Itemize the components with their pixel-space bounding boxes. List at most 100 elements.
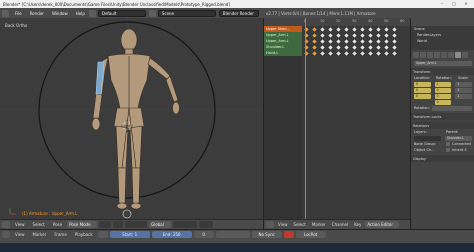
keyframe-marker[interactable]	[376, 50, 381, 56]
keyframe-marker[interactable]	[328, 50, 333, 56]
keyframe-marker[interactable]	[392, 50, 397, 56]
bone-name-field[interactable]: Upper_Arm.L	[414, 60, 472, 66]
outliner-item-world[interactable]: World	[411, 38, 474, 44]
menu-view[interactable]: View	[12, 222, 28, 227]
inherit-checkbox[interactable]	[446, 148, 450, 152]
end-frame-field[interactable]: End: 250	[151, 231, 192, 238]
manipulator-toggles[interactable]	[125, 221, 148, 228]
rotation-y-field[interactable]: 0	[434, 93, 452, 99]
keyframe-marker[interactable]	[328, 38, 333, 44]
keyframe-marker[interactable]	[328, 44, 333, 50]
preview-range-toggle[interactable]	[97, 231, 108, 238]
keyframe-marker[interactable]	[384, 26, 389, 32]
maximize-button[interactable]: □	[450, 0, 458, 8]
menu-playback[interactable]: Playback	[72, 232, 96, 237]
keyframe-marker[interactable]	[384, 50, 389, 56]
keyframe-marker[interactable]	[376, 44, 381, 50]
rotation-x-field[interactable]: 0	[434, 87, 452, 93]
keyframe-marker[interactable]	[360, 26, 365, 32]
bone-constraint-tab-icon[interactable]	[462, 52, 468, 58]
rotation-w-field[interactable]: 1	[434, 81, 452, 87]
keyframe-marker[interactable]	[344, 38, 349, 44]
keying-set-select[interactable]: LocRot	[295, 231, 326, 238]
keyframe-marker[interactable]	[312, 44, 317, 50]
keyframe-marker[interactable]	[312, 26, 317, 32]
channel-row[interactable]: Hand.L	[264, 50, 302, 56]
close-button[interactable]: ×	[462, 0, 470, 8]
mode-select[interactable]: Action Editor	[365, 221, 400, 228]
keyframe-marker[interactable]	[344, 50, 349, 56]
keyframe-marker[interactable]	[352, 32, 357, 38]
keyframe-marker[interactable]	[392, 44, 397, 50]
menu-window[interactable]: Window	[48, 11, 72, 16]
keyframe-marker[interactable]	[376, 26, 381, 32]
menu-marker[interactable]: Marker	[30, 232, 50, 237]
menu-file[interactable]: File	[11, 11, 26, 16]
keyframe-marker[interactable]	[344, 26, 349, 32]
keyframe-marker[interactable]	[384, 38, 389, 44]
relations-header[interactable]: Relations	[411, 122, 474, 129]
scene-field[interactable]: Scene	[157, 9, 216, 17]
menu-frame[interactable]: Frame	[51, 232, 69, 237]
keyframe-marker[interactable]	[312, 50, 317, 56]
constraints-tab-icon[interactable]	[441, 52, 447, 58]
record-button[interactable]	[283, 231, 294, 238]
menu-marker[interactable]: Marker	[310, 222, 328, 227]
outliner[interactable]: Scene RenderLayers World	[410, 18, 474, 50]
scene-icon[interactable]	[148, 9, 156, 17]
bone-tab-icon[interactable]	[455, 52, 461, 58]
keyframe-marker[interactable]	[328, 26, 333, 32]
keyframe-marker[interactable]	[320, 38, 325, 44]
menu-render[interactable]: Render	[26, 11, 48, 16]
keyframe-marker[interactable]	[336, 50, 341, 56]
render-engine-select[interactable]: Blender Render	[218, 9, 259, 17]
keyframe-marker[interactable]	[376, 38, 381, 44]
transform-locks-header[interactable]: Transform Locks	[411, 113, 474, 120]
keyframe-marker[interactable]	[368, 38, 373, 44]
shading-select[interactable]	[99, 221, 112, 228]
connected-checkbox[interactable]	[446, 142, 450, 146]
editor-type-icon[interactable]	[266, 221, 274, 228]
keyframe-marker[interactable]	[360, 38, 365, 44]
editor-type-icon[interactable]	[2, 231, 10, 238]
keyframe-marker[interactable]	[312, 32, 317, 38]
scale-y-field[interactable]: 1	[455, 87, 473, 93]
dopesheet-editor[interactable]: 0 10 20 30 40 50 60 Upper Shou... Upper_…	[263, 18, 410, 219]
render-tab-icon[interactable]	[413, 52, 419, 58]
playhead[interactable]	[305, 18, 306, 219]
start-frame-field[interactable]: Start: 1	[109, 231, 150, 238]
keyframe-marker[interactable]	[360, 44, 365, 50]
keyframe-marker[interactable]	[360, 50, 365, 56]
keyframe-marker[interactable]	[368, 26, 373, 32]
keyframe-area[interactable]	[302, 26, 410, 219]
menu-key[interactable]: Key	[352, 222, 363, 227]
frame-ruler[interactable]: 0 10 20 30 40 50 60	[264, 18, 410, 26]
keyframe-marker[interactable]	[352, 50, 357, 56]
keyframe-marker[interactable]	[352, 26, 357, 32]
sync-select[interactable]: No Sync	[251, 231, 282, 238]
menu-view[interactable]: View	[276, 222, 290, 227]
keyframe-marker[interactable]	[328, 32, 333, 38]
keyframe-marker[interactable]	[336, 38, 341, 44]
location-z-field[interactable]: 0	[414, 93, 431, 99]
world-tab-icon[interactable]	[427, 52, 433, 58]
keyframe-marker[interactable]	[336, 32, 341, 38]
data-tab-icon[interactable]	[448, 52, 454, 58]
properties-editor[interactable]: Upper_Arm.L Transform Location: Rotation…	[410, 50, 474, 229]
keyframe-marker[interactable]	[320, 44, 325, 50]
transform-panel-header[interactable]: Transform	[411, 68, 474, 75]
scale-x-field[interactable]: 1	[455, 81, 473, 87]
mode-select[interactable]: Pose Mode	[67, 221, 98, 228]
display-header[interactable]: Display	[411, 155, 474, 162]
keyframe-marker[interactable]	[336, 44, 341, 50]
rotation-z-field[interactable]: 0	[434, 99, 452, 105]
keyframe-marker[interactable]	[368, 32, 373, 38]
current-frame-field[interactable]: 0	[193, 231, 214, 238]
keyframe-marker[interactable]	[368, 44, 373, 50]
pivot-select[interactable]	[113, 221, 124, 228]
scene-tab-icon[interactable]	[420, 52, 426, 58]
layer-buttons[interactable]	[173, 221, 198, 228]
keyframe-marker[interactable]	[392, 32, 397, 38]
bone-layers-grid[interactable]	[414, 135, 441, 141]
scale-z-field[interactable]: 1	[455, 93, 473, 99]
